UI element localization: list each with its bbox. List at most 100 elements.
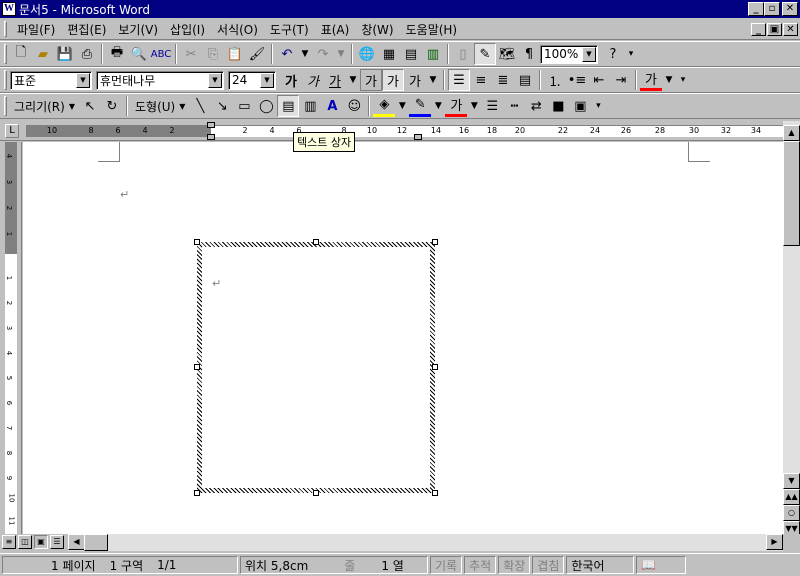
underline-dropdown-icon[interactable]: ▼ (346, 69, 360, 91)
more-buttons-icon[interactable]: ▾ (676, 69, 690, 91)
drawing-icon[interactable]: ✎ (474, 43, 496, 65)
bold-button[interactable]: 가 (280, 69, 302, 91)
print-icon[interactable]: 🖶 (106, 43, 128, 65)
print-preview-icon[interactable]: ⎙ (76, 43, 98, 65)
web-layout-button[interactable]: ◫ (18, 535, 32, 549)
scroll-left-button[interactable]: ◀ (68, 534, 85, 550)
save-icon[interactable]: 💾 (54, 43, 76, 65)
font-color-button[interactable]: 가 (640, 69, 662, 91)
spelling-icon[interactable]: ABC (150, 43, 172, 65)
line-color-icon[interactable]: ✎ (409, 95, 432, 117)
undo-icon[interactable]: ↶ (276, 43, 298, 65)
style-combo[interactable]: 표준 ▼ (10, 70, 92, 90)
doc-restore-button[interactable]: ▣ (767, 22, 782, 36)
italic-button[interactable]: 가 (302, 69, 324, 91)
shadow-button[interactable]: 가 (382, 69, 404, 91)
resize-handle-right[interactable] (432, 364, 438, 370)
format-painter-icon[interactable]: 🖌 (246, 43, 268, 65)
status-trk[interactable]: 추적 (464, 556, 497, 574)
scroll-up-button[interactable]: ▲ (783, 125, 800, 141)
doc-minimize-button[interactable]: _ (751, 22, 766, 36)
tables-borders-icon[interactable]: ▦ (378, 43, 400, 65)
preview-icon[interactable]: 🔍 (128, 43, 150, 65)
status-language[interactable]: 한국어 (566, 556, 635, 574)
text-box-icon[interactable]: ▤ (277, 95, 300, 117)
help-icon[interactable]: ? (602, 43, 624, 65)
status-ovr[interactable]: 겹침 (532, 556, 565, 574)
resize-handle-left[interactable] (194, 364, 200, 370)
arrow-style-icon[interactable]: ⇄ (525, 95, 547, 117)
rectangle-icon[interactable]: ▭ (233, 95, 255, 117)
tab-selector[interactable]: L (5, 124, 19, 138)
char-spacing-dropdown-icon[interactable]: ▼ (426, 69, 440, 91)
draw-menu-button[interactable]: 그리기(R) ▼ (10, 98, 79, 115)
menu-table[interactable]: 표(A) (315, 21, 356, 38)
spelling-status-icon[interactable]: 📖 (636, 556, 687, 574)
show-hide-icon[interactable]: ¶ (518, 43, 540, 65)
scroll-down-button[interactable]: ▼ (783, 473, 800, 489)
chevron-down-icon[interactable]: ▼ (582, 46, 596, 62)
menu-tools[interactable]: 도구(T) (264, 21, 315, 38)
scroll-thumb[interactable] (783, 141, 800, 246)
clip-art-icon[interactable]: ☺ (343, 95, 365, 117)
chevron-down-icon[interactable]: ▼ (208, 72, 222, 88)
redo-dropdown-icon[interactable]: ▼ (334, 43, 348, 65)
decrease-indent-icon[interactable]: ⇤ (588, 69, 610, 91)
cut-icon[interactable]: ✂ (180, 43, 202, 65)
word-app-icon[interactable]: W (2, 2, 16, 16)
wordart-icon[interactable]: A (321, 95, 343, 117)
bullets-icon[interactable]: •≡ (566, 69, 588, 91)
draw-font-color-dropdown-icon[interactable]: ▼ (467, 95, 481, 117)
line-style-icon[interactable]: ☰ (481, 95, 503, 117)
close-button[interactable]: ✕ (782, 2, 798, 16)
menu-edit[interactable]: 편집(E) (61, 21, 112, 38)
redo-icon[interactable]: ↷ (312, 43, 334, 65)
columns-icon[interactable]: ▯ (452, 43, 474, 65)
undo-dropdown-icon[interactable]: ▼ (298, 43, 312, 65)
print-layout-button[interactable]: ▣ (34, 535, 48, 549)
text-box-content[interactable]: ↵ (202, 247, 430, 488)
increase-indent-icon[interactable]: ⇥ (610, 69, 632, 91)
text-box[interactable]: ↵ (194, 239, 438, 496)
resize-handle-bottom-left[interactable] (194, 490, 200, 496)
normal-view-button[interactable]: ≡ (2, 535, 16, 549)
dash-style-icon[interactable]: ┅ (503, 95, 525, 117)
align-center-icon[interactable]: ≡ (470, 69, 492, 91)
char-spacing-button[interactable]: 가 (404, 69, 426, 91)
select-objects-icon[interactable]: ↖ (79, 95, 101, 117)
align-right-icon[interactable]: ≣ (492, 69, 514, 91)
menu-view[interactable]: 보기(V) (112, 21, 164, 38)
scroll-right-button[interactable]: ▶ (766, 534, 783, 550)
outline-view-button[interactable]: ☰ (50, 535, 64, 549)
horizontal-scrollbar[interactable]: ◀ ▶ (68, 534, 783, 551)
line-icon[interactable]: ╲ (189, 95, 211, 117)
select-browse-object-button[interactable]: ○ (783, 505, 800, 521)
menu-format[interactable]: 서식(O) (211, 21, 264, 38)
line-color-dropdown-icon[interactable]: ▼ (431, 95, 445, 117)
first-line-indent-marker[interactable] (207, 122, 215, 128)
horizontal-ruler[interactable]: L 10 8 6 4 2 2 4 6 8 10 12 14 16 18 20 2… (0, 121, 783, 141)
menu-grip[interactable] (4, 21, 7, 37)
copy-icon[interactable]: ⎘ (202, 43, 224, 65)
outline-button[interactable]: 가 (360, 69, 382, 91)
distribute-icon[interactable]: ▤ (514, 69, 536, 91)
resize-handle-top-left[interactable] (194, 239, 200, 245)
resize-handle-bottom-right[interactable] (432, 490, 438, 496)
menu-insert[interactable]: 삽입(I) (164, 21, 211, 38)
arrow-icon[interactable]: ↘ (211, 95, 233, 117)
status-rec[interactable]: 기록 (430, 556, 463, 574)
draw-font-color-button[interactable]: 가 (445, 95, 468, 117)
font-color-dropdown-icon[interactable]: ▼ (662, 69, 676, 91)
zoom-combo[interactable]: 100% ▼ (540, 44, 598, 64)
doc-close-button[interactable]: ✕ (783, 22, 798, 36)
align-justify-icon[interactable]: ☰ (448, 69, 470, 91)
paste-icon[interactable]: 📋 (224, 43, 246, 65)
underline-button[interactable]: 가 (324, 69, 346, 91)
numbering-icon[interactable]: ⒈ (544, 69, 566, 91)
resize-handle-bottom[interactable] (313, 490, 319, 496)
vertical-scrollbar[interactable]: ▲ ▼ ▲▲ ○ ▼▼ (783, 121, 800, 537)
menu-window[interactable]: 창(W) (355, 21, 399, 38)
maximize-button[interactable]: ▫ (764, 2, 780, 16)
resize-handle-top-right[interactable] (432, 239, 438, 245)
insert-table-icon[interactable]: ▤ (400, 43, 422, 65)
